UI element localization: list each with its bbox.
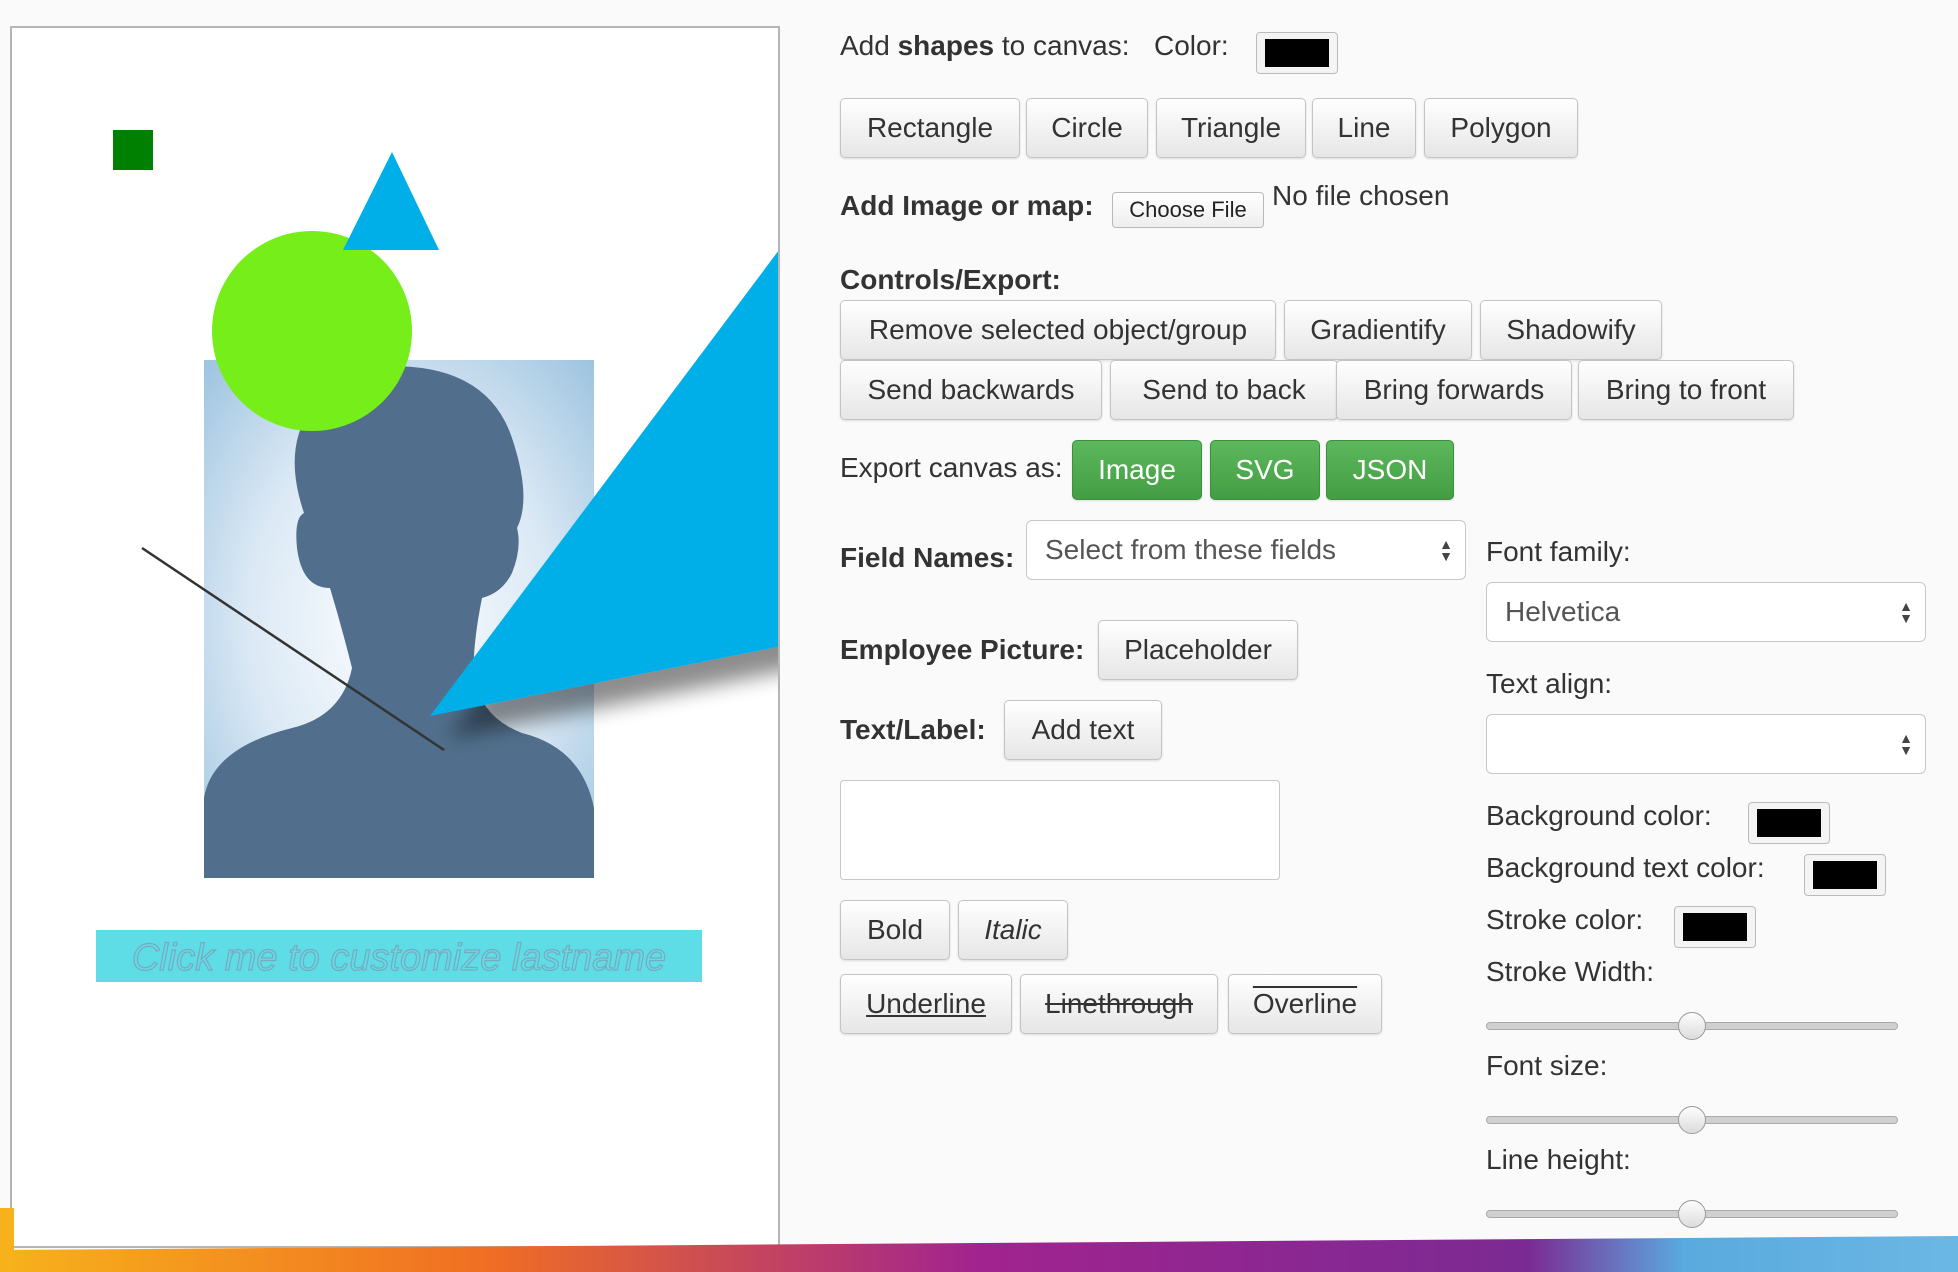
send-to-back-button[interactable]: Send to back [1110, 360, 1338, 420]
employee-picture-label: Employee Picture: [840, 634, 1085, 665]
background-color-picker[interactable] [1748, 802, 1830, 844]
export-svg-button[interactable]: SVG [1210, 440, 1320, 500]
send-backwards-button[interactable]: Send backwards [840, 360, 1102, 420]
remove-selected-button[interactable]: Remove selected object/group [840, 300, 1276, 360]
italic-button[interactable]: Italic [958, 900, 1068, 960]
export-label: Export canvas as: [840, 452, 1063, 483]
square-shape[interactable] [113, 130, 153, 170]
stroke-width-label: Stroke Width: [1486, 956, 1655, 987]
background-text-color-swatch [1813, 861, 1877, 889]
select-arrows-icon: ▲ ▼ [1899, 730, 1913, 758]
placeholder-button[interactable]: Placeholder [1098, 620, 1298, 680]
line-button[interactable]: Line [1312, 98, 1416, 158]
shadowify-button[interactable]: Shadowify [1480, 300, 1662, 360]
stroke-color-picker[interactable] [1674, 906, 1756, 948]
shapes-label-suffix: to canvas: [1001, 30, 1130, 61]
export-image-button[interactable]: Image [1072, 440, 1202, 500]
drawing-canvas[interactable]: Click me to customize lastname [10, 26, 780, 1248]
font-size-slider-thumb[interactable] [1678, 1106, 1706, 1134]
background-color-label: Background color: [1486, 800, 1712, 831]
background-text-color-picker[interactable] [1804, 854, 1886, 896]
bring-forwards-button[interactable]: Bring forwards [1336, 360, 1572, 420]
background-text-color-label: Background text color: [1486, 852, 1765, 883]
gradientify-button[interactable]: Gradientify [1284, 300, 1472, 360]
decorative-footer-band [0, 1208, 1958, 1272]
shapes-label: Add shapes to canvas: [840, 30, 1130, 62]
font-family-select-value: Helvetica [1505, 596, 1621, 627]
field-names-label: Field Names: [840, 542, 1015, 573]
shape-color-picker[interactable] [1256, 32, 1338, 74]
background-color-swatch [1757, 809, 1821, 837]
choose-file-button[interactable]: Choose File [1112, 192, 1264, 228]
polygon-button[interactable]: Polygon [1424, 98, 1578, 158]
triangle-button[interactable]: Triangle [1156, 98, 1306, 158]
select-arrows-icon: ▲ ▼ [1899, 598, 1913, 626]
shape-color-swatch [1265, 39, 1329, 67]
circle-button[interactable]: Circle [1026, 98, 1148, 158]
bold-button[interactable]: Bold [840, 900, 950, 960]
add-image-label: Add Image or map: [840, 190, 1094, 221]
line-height-label: Line height: [1486, 1144, 1631, 1175]
shapes-label-prefix: Add [840, 30, 890, 61]
stroke-color-label: Stroke color: [1486, 904, 1644, 935]
field-names-select[interactable]: Select from these fields ▲ ▼ [1026, 520, 1466, 580]
text-label-label: Text/Label: [840, 714, 986, 745]
shapes-label-bold: shapes [897, 30, 995, 61]
file-status-text: No file chosen [1272, 180, 1450, 211]
add-text-button[interactable]: Add text [1004, 700, 1162, 760]
text-align-label: Text align: [1486, 668, 1613, 699]
stroke-color-swatch [1683, 913, 1747, 941]
select-arrows-icon: ▲ ▼ [1439, 536, 1453, 564]
linethrough-button[interactable]: Linethrough [1020, 974, 1218, 1034]
text-align-select[interactable]: ▲ ▼ [1486, 714, 1926, 774]
controls-heading: Controls/Export: [840, 264, 1061, 295]
bring-to-front-button[interactable]: Bring to front [1578, 360, 1794, 420]
color-label: Color: [1154, 30, 1229, 61]
lastname-label-text[interactable]: Click me to customize lastname [131, 936, 666, 979]
font-family-select[interactable]: Helvetica ▲ ▼ [1486, 582, 1926, 642]
small-triangle-shape[interactable] [343, 152, 439, 250]
font-family-label: Font family: [1486, 536, 1631, 567]
text-input-area[interactable] [840, 780, 1280, 880]
canvas-svg[interactable]: Click me to customize lastname [12, 28, 780, 1248]
font-size-label: Font size: [1486, 1050, 1608, 1081]
stroke-width-slider-thumb[interactable] [1678, 1012, 1706, 1040]
field-names-select-value: Select from these fields [1045, 534, 1337, 565]
underline-button[interactable]: Underline [840, 974, 1012, 1034]
rectangle-button[interactable]: Rectangle [840, 98, 1020, 158]
export-json-button[interactable]: JSON [1326, 440, 1454, 500]
circle-shape[interactable] [212, 231, 412, 431]
overline-button[interactable]: Overline [1228, 974, 1382, 1034]
